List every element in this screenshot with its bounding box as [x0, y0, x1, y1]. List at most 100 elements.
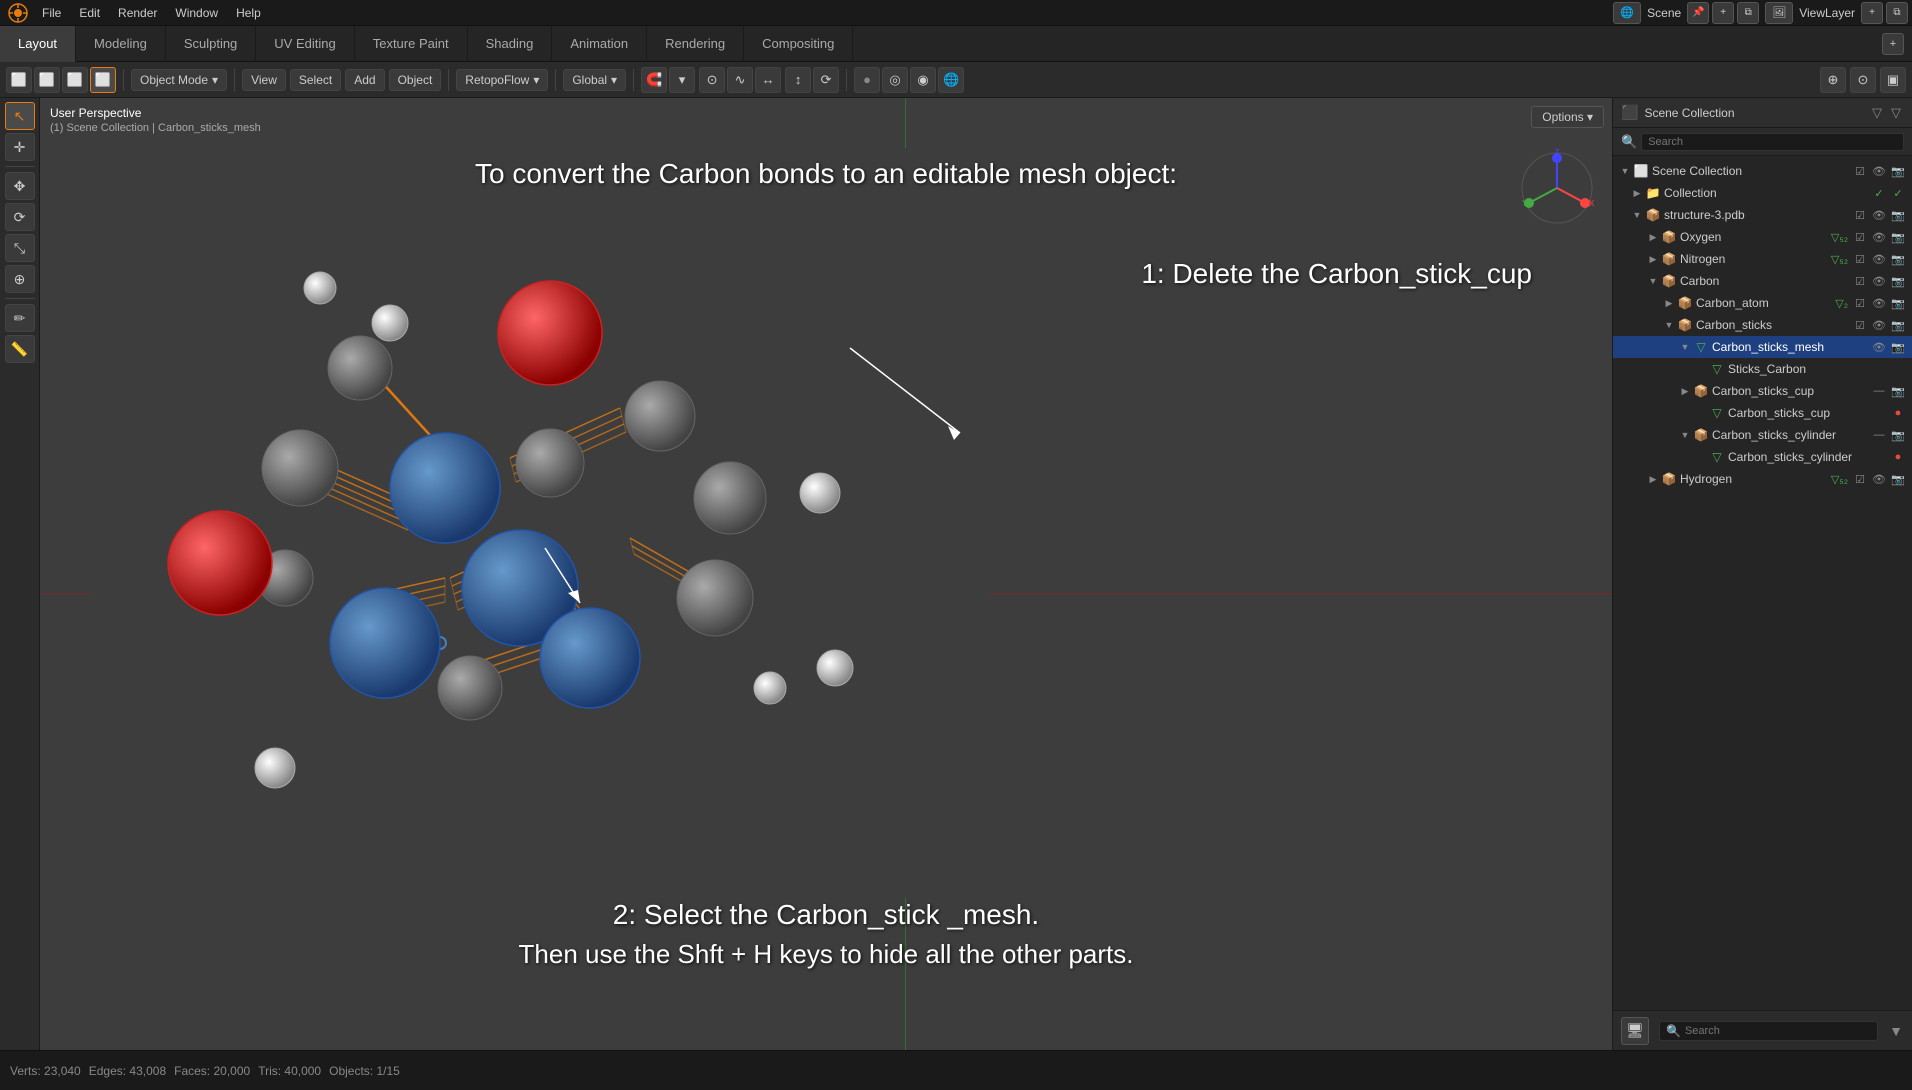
tree-expand-cscyl-group[interactable]: ▼ [1677, 424, 1693, 446]
eye-collection[interactable]: ✓ [1890, 185, 1906, 201]
copy-scene-icon[interactable]: ⧉ [1737, 2, 1759, 24]
viewport-shading-1[interactable]: ● [854, 67, 880, 93]
tool-rotate[interactable]: ⟳ [5, 203, 35, 231]
select-circle-icon[interactable]: ⬜ [34, 67, 60, 93]
render-root[interactable]: 📷 [1890, 163, 1906, 179]
select-box-icon[interactable]: ⬜ [6, 67, 32, 93]
render-csm[interactable]: 📷 [1890, 339, 1906, 355]
gizmo-toggle[interactable]: ⊕ [1820, 67, 1846, 93]
menu-file[interactable]: File [34, 4, 69, 22]
tab-shading[interactable]: Shading [468, 26, 553, 62]
vis-carbon-sticks[interactable]: ☑ [1852, 317, 1868, 333]
render-cscyl-group[interactable]: 📷 [1890, 427, 1906, 443]
render-carbon-sticks[interactable]: 📷 [1890, 317, 1906, 333]
menu-render[interactable]: Render [110, 4, 165, 22]
vis-oxygen[interactable]: ☑ [1852, 229, 1868, 245]
navigation-gizmo[interactable]: Z X Y [1517, 148, 1597, 228]
tree-nitrogen[interactable]: ▶ 📦 Nitrogen ▽₅₂ ☑ 👁 📷 [1613, 248, 1912, 270]
new-scene-icon[interactable]: + [1712, 2, 1734, 24]
viewport-shading-3[interactable]: ◉ [910, 67, 936, 93]
tree-carbon-atom[interactable]: ▶ 📦 Carbon_atom ▽₂ ☑ 👁 📷 [1613, 292, 1912, 314]
tab-animation[interactable]: Animation [552, 26, 647, 62]
footer-filter-icon[interactable]: ▼ [1888, 1023, 1904, 1039]
add-btn[interactable]: Add [345, 69, 384, 91]
tool-measure[interactable]: 📏 [5, 335, 35, 363]
tree-expand-structure3[interactable]: ▼ [1629, 204, 1645, 226]
tree-expand-csc-group[interactable]: ▶ [1677, 380, 1693, 402]
xray-toggle[interactable]: ▣ [1880, 67, 1906, 93]
tree-expand-carbon-atom[interactable]: ▶ [1661, 292, 1677, 314]
footer-search-input[interactable] [1685, 1025, 1871, 1037]
tree-carbon-sticks-cylinder[interactable]: ▶ ▽ Carbon_sticks_cylinder ● [1613, 446, 1912, 468]
new-viewlayer-icon[interactable]: + [1861, 2, 1883, 24]
tool-annotate[interactable]: ✏ [5, 304, 35, 332]
select-btn[interactable]: Select [290, 69, 341, 91]
tree-expand-oxygen[interactable]: ▶ [1645, 226, 1661, 248]
tab-layout[interactable]: Layout [0, 26, 76, 62]
hide-csc-group[interactable]: — [1871, 383, 1887, 399]
render-carbon[interactable]: 📷 [1890, 273, 1906, 289]
eye-structure3[interactable]: 👁 [1871, 207, 1887, 223]
tree-carbon-sticks[interactable]: ▼ 📦 Carbon_sticks ☑ 👁 📷 [1613, 314, 1912, 336]
footer-btn-scene[interactable]: 🖥 [1621, 1017, 1649, 1045]
vis-carbon-atom[interactable]: ☑ [1852, 295, 1868, 311]
viewport-shading-4[interactable]: 🌐 [938, 67, 964, 93]
tree-expand-carbon-sticks[interactable]: ▼ [1661, 314, 1677, 336]
tree-carbon-sticks-cup-group[interactable]: ▶ 📦 Carbon_sticks_cup — 📷 [1613, 380, 1912, 402]
tab-compositing[interactable]: Compositing [744, 26, 853, 62]
eye-carbon[interactable]: 👁 [1871, 273, 1887, 289]
visibility-root[interactable]: ☑ [1852, 163, 1868, 179]
outliner-filter-icon[interactable]: ▽ [1869, 105, 1885, 121]
tab-sculpting[interactable]: Sculpting [166, 26, 256, 62]
vis-csm[interactable]: 👁 [1871, 339, 1887, 355]
tool-transform[interactable]: ⊕ [5, 265, 35, 293]
viewport[interactable]: User Perspective (1) Scene Collection | … [40, 98, 1612, 1050]
dot-csc[interactable]: ● [1890, 405, 1906, 421]
hide-cscyl-group[interactable]: — [1871, 427, 1887, 443]
object-mode-btn[interactable]: Object Mode ▾ [131, 69, 227, 91]
retopoflow-btn[interactable]: RetopoFlow ▾ [456, 69, 548, 91]
tree-carbon-sticks-cyl-group[interactable]: ▼ 📦 Carbon_sticks_cylinder — 📷 [1613, 424, 1912, 446]
vis-carbon[interactable]: ☑ [1852, 273, 1868, 289]
tree-oxygen[interactable]: ▶ 📦 Oxygen ▽₅₂ ☑ 👁 📷 [1613, 226, 1912, 248]
view-btn[interactable]: View [242, 69, 286, 91]
vis-nitrogen[interactable]: ☑ [1852, 251, 1868, 267]
tool-select[interactable]: ↖ [5, 102, 35, 130]
global-btn[interactable]: Global ▾ [563, 69, 626, 91]
tree-expand-hydrogen[interactable]: ▶ [1645, 468, 1661, 490]
vis-collection[interactable]: ✓ [1871, 185, 1887, 201]
tool-scale[interactable]: ⤡ [5, 234, 35, 262]
render-structure3[interactable]: 📷 [1890, 207, 1906, 223]
render-nitrogen[interactable]: 📷 [1890, 251, 1906, 267]
tree-structure3[interactable]: ▼ 📦 structure-3.pdb ☑ 👁 📷 [1613, 204, 1912, 226]
tool-move[interactable]: ✥ [5, 172, 35, 200]
object-btn[interactable]: Object [389, 69, 442, 91]
connected-icon[interactable]: ↔ [755, 67, 781, 93]
tree-carbon-sticks-cup[interactable]: ▶ ▽ Carbon_sticks_cup ● [1613, 402, 1912, 424]
tree-expand-csm[interactable]: ▼ [1677, 336, 1693, 358]
render-oxygen[interactable]: 📷 [1890, 229, 1906, 245]
tab-rendering[interactable]: Rendering [647, 26, 744, 62]
menu-window[interactable]: Window [167, 4, 226, 22]
falloff-icon[interactable]: ∿ [727, 67, 753, 93]
eye-hydrogen[interactable]: 👁 [1871, 471, 1887, 487]
snap-options-icon[interactable]: ▾ [669, 67, 695, 93]
tree-expand-nitrogen[interactable]: ▶ [1645, 248, 1661, 270]
copy-viewlayer-icon[interactable]: ⧉ [1886, 2, 1908, 24]
render-csc-group[interactable]: 📷 [1890, 383, 1906, 399]
pin-icon[interactable]: 📌 [1687, 2, 1709, 24]
menu-help[interactable]: Help [228, 4, 269, 22]
tree-carbon-sticks-mesh[interactable]: ▼ ▽ Carbon_sticks_mesh 👁 📷 [1613, 336, 1912, 358]
outliner-search-input[interactable] [1641, 133, 1904, 151]
tab-modeling[interactable]: Modeling [76, 26, 166, 62]
viewport-shading-2[interactable]: ◎ [882, 67, 908, 93]
select-lasso-icon[interactable]: ⬜ [62, 67, 88, 93]
tree-expand-collection[interactable]: ▶ [1629, 182, 1645, 204]
eye-carbon-atom[interactable]: 👁 [1871, 295, 1887, 311]
tab-texture-paint[interactable]: Texture Paint [355, 26, 468, 62]
vis-structure3[interactable]: ☑ [1852, 207, 1868, 223]
tree-collection[interactable]: ▶ 📁 Collection ✓ ✓ [1613, 182, 1912, 204]
tree-expand-root[interactable]: ▼ [1617, 160, 1633, 182]
eye-carbon-sticks[interactable]: 👁 [1871, 317, 1887, 333]
proportional-icon[interactable]: ⊙ [699, 67, 725, 93]
